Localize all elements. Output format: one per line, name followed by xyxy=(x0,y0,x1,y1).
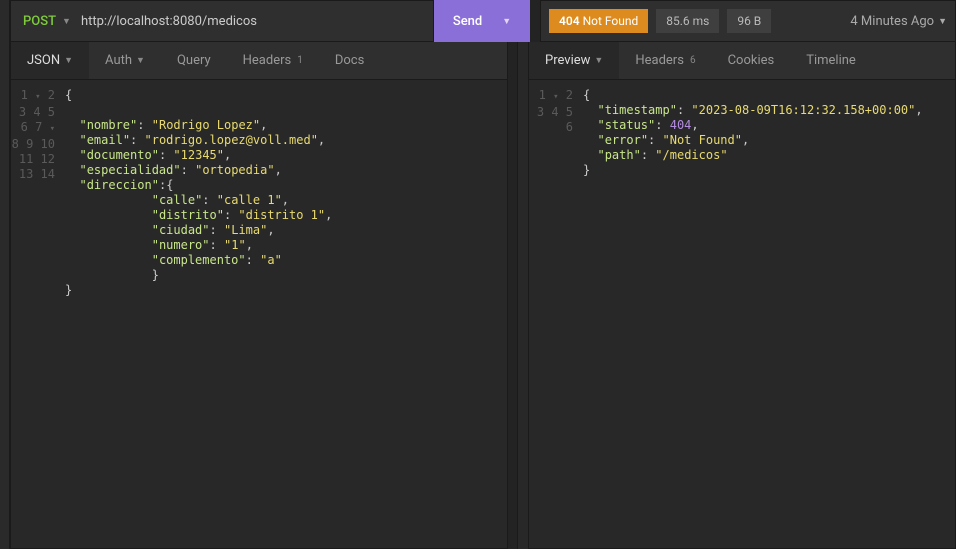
send-button[interactable]: Send ▼ xyxy=(434,0,530,42)
response-body-code: { "timestamp": "2023-08-09T16:12:32.158+… xyxy=(583,80,955,548)
request-url[interactable]: http://localhost:8080/medicos xyxy=(81,14,257,29)
chevron-down-icon: ▼ xyxy=(136,55,145,66)
request-pane: JSON▼ Auth▼ Query Headers1 Docs 1 ▾ 2 3 … xyxy=(10,42,508,549)
time-ago[interactable]: 4 Minutes Ago ▼ xyxy=(850,14,947,29)
method-dropdown-icon[interactable]: ▼ xyxy=(62,16,71,27)
history-dropdown-icon[interactable]: ▼ xyxy=(938,16,947,27)
response-status-bar: 404 Not Found 85.6 ms 96 B 4 Minutes Ago… xyxy=(540,0,956,42)
response-body-viewer[interactable]: 1 ▾ 2 3 4 5 6 { "timestamp": "2023-08-09… xyxy=(529,80,955,548)
sidebar-strip xyxy=(0,0,10,549)
line-gutter: 1 ▾ 2 3 4 5 6 7 ▾ 8 9 10 11 12 13 14 xyxy=(11,80,65,548)
tab-cookies[interactable]: Cookies xyxy=(712,42,791,79)
tab-timeline[interactable]: Timeline xyxy=(790,42,872,79)
tab-request-headers[interactable]: Headers1 xyxy=(227,42,319,79)
time-badge: 85.6 ms xyxy=(656,9,719,33)
tab-preview[interactable]: Preview▼ xyxy=(529,42,619,79)
response-pane: Preview▼ Headers6 Cookies Timeline 1 ▾ 2… xyxy=(528,42,956,549)
chevron-down-icon: ▼ xyxy=(594,55,603,66)
http-method[interactable]: POST xyxy=(23,14,56,29)
tab-query[interactable]: Query xyxy=(161,42,227,79)
line-gutter: 1 ▾ 2 3 4 5 6 xyxy=(529,80,583,548)
tab-auth[interactable]: Auth▼ xyxy=(89,42,161,79)
request-body-code[interactable]: { "nombre": "Rodrigo Lopez", "email": "r… xyxy=(65,80,507,548)
send-dropdown-icon[interactable]: ▼ xyxy=(502,16,511,27)
tab-body-json[interactable]: JSON▼ xyxy=(11,42,89,79)
chevron-down-icon: ▼ xyxy=(64,55,73,66)
tab-docs[interactable]: Docs xyxy=(319,42,380,79)
status-badge: 404 Not Found xyxy=(549,9,648,33)
tab-response-headers[interactable]: Headers6 xyxy=(619,42,711,79)
request-body-editor[interactable]: 1 ▾ 2 3 4 5 6 7 ▾ 8 9 10 11 12 13 14 { "… xyxy=(11,80,507,548)
size-badge: 96 B xyxy=(727,9,771,33)
url-bar[interactable]: POST ▼ http://localhost:8080/medicos xyxy=(10,0,434,42)
request-tabs: JSON▼ Auth▼ Query Headers1 Docs xyxy=(11,42,507,80)
response-tabs: Preview▼ Headers6 Cookies Timeline xyxy=(529,42,955,80)
